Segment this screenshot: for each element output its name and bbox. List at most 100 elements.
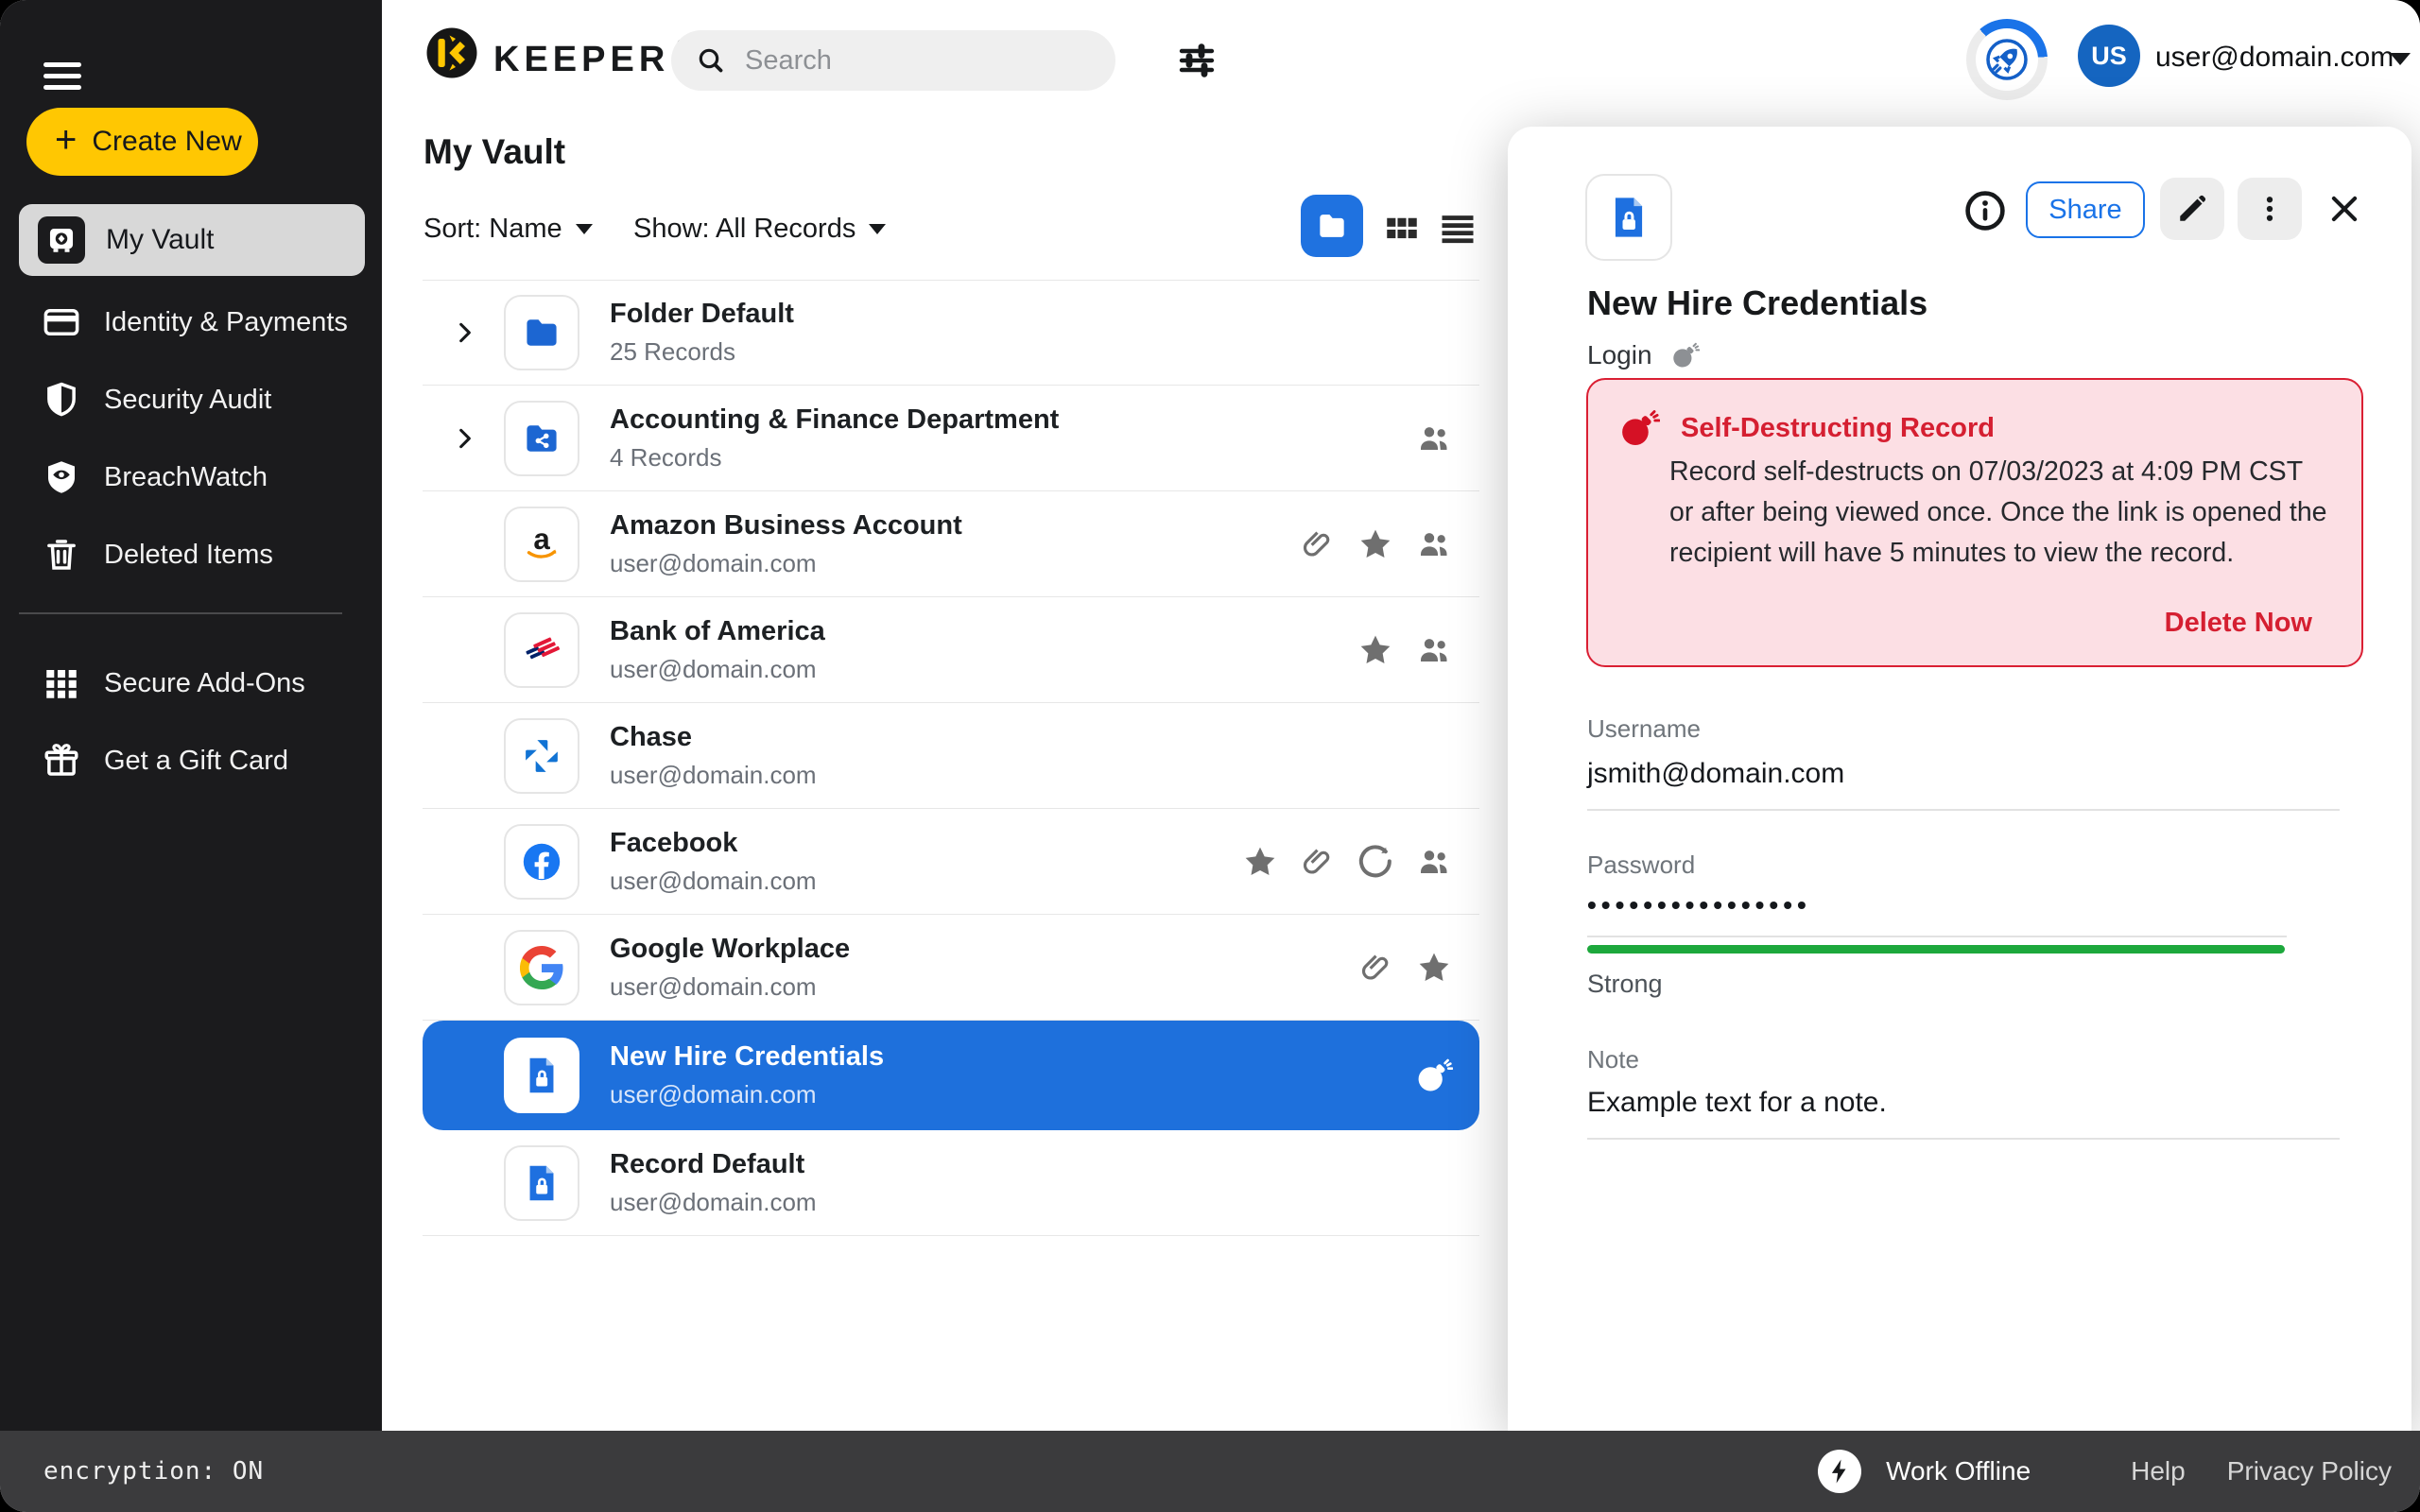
sidebar-item-label: Security Audit (104, 385, 271, 416)
favorite-star-icon (1415, 949, 1453, 987)
shield-half-icon (42, 380, 81, 420)
show-filter-dropdown[interactable]: Show: All Records (633, 214, 886, 245)
kebab-menu-icon (2253, 192, 2287, 226)
table-row-record-default[interactable]: Record Default user@domain.com (423, 1130, 1479, 1236)
record-title: New Hire Credentials (1587, 284, 1927, 323)
sidebar-item-my-vault[interactable]: My Vault (19, 204, 365, 276)
table-row-google-workplace[interactable]: Google Workplace user@domain.com (423, 915, 1479, 1021)
sidebar-item-label: My Vault (106, 224, 214, 256)
shared-users-icon (1415, 420, 1453, 457)
sidebar-item-deleted-items[interactable]: Deleted Items (0, 522, 382, 588)
field-divider (1587, 809, 2340, 811)
google-logo-icon (504, 930, 579, 1005)
password-label: Password (1587, 850, 1695, 880)
sidebar-item-secure-add-ons[interactable]: Secure Add-Ons (0, 650, 382, 716)
sidebar-item-label: Identity & Payments (104, 307, 348, 338)
share-button[interactable]: Share (2026, 181, 2145, 238)
table-row-chase[interactable]: Chaseuser@domain.com (423, 703, 1479, 809)
rocket-icon (1983, 36, 2031, 83)
expand-chevron-right-icon[interactable] (443, 426, 487, 451)
more-options-button[interactable] (2238, 178, 2302, 240)
privacy-policy-link[interactable]: Privacy Policy (2227, 1456, 2392, 1486)
create-new-label: Create New (92, 126, 241, 158)
row-title: Amazon Business Account (610, 510, 962, 541)
facebook-logo-icon (504, 824, 579, 900)
show-label: Show: All Records (633, 214, 856, 245)
sort-dropdown[interactable]: Sort: Name (424, 214, 593, 245)
row-subtitle: user@domain.com (610, 655, 825, 684)
search-input[interactable] (743, 44, 1083, 77)
sidebar: + Create New My Vault Identity & Payment… (0, 0, 382, 1431)
close-icon[interactable] (2326, 191, 2362, 232)
sidebar-item-gift-card[interactable]: Get a Gift Card (0, 728, 382, 794)
breachwatch-eye-shield-icon (42, 457, 81, 497)
row-subtitle: user@domain.com (610, 1080, 884, 1109)
chevron-down-icon (869, 224, 886, 234)
chevron-down-icon (576, 224, 593, 234)
sidebar-item-security-audit[interactable]: Security Audit (0, 367, 382, 433)
apps-grid-icon (42, 663, 81, 703)
username-label: Username (1587, 714, 1701, 744)
view-toggle-list-button[interactable] (1437, 207, 1478, 253)
row-title: Chase (610, 722, 817, 753)
password-strength-bar (1587, 945, 2285, 954)
table-row-amazon[interactable]: a Amazon Business Accountuser@domain.com (423, 491, 1479, 597)
edit-button[interactable] (2160, 178, 2224, 240)
shared-users-icon (1415, 525, 1453, 563)
table-row-facebook[interactable]: Facebookuser@domain.com (423, 809, 1479, 915)
filter-tune-icon[interactable] (1174, 38, 1219, 83)
view-toggle-folder-button[interactable] (1301, 195, 1363, 257)
share-label: Share (2048, 195, 2121, 226)
alert-body: Record self-destructs on 07/03/2023 at 4… (1669, 452, 2331, 574)
create-new-button[interactable]: + Create New (26, 108, 258, 176)
self-destruct-alert: Self-Destructing Record Record self-dest… (1586, 378, 2363, 667)
table-row-folder-default[interactable]: Folder Default25 Records (423, 280, 1479, 386)
row-subtitle: user@domain.com (610, 1188, 817, 1217)
delete-now-link[interactable]: Delete Now (2165, 608, 2312, 639)
row-subtitle: user@domain.com (610, 972, 850, 1002)
username-value[interactable]: jsmith@domain.com (1587, 758, 1844, 790)
expand-chevron-right-icon[interactable] (443, 320, 487, 345)
avatar-initials: US (2091, 42, 2127, 71)
sidebar-item-identity-payments[interactable]: Identity & Payments (0, 289, 382, 355)
account-menu-chevron-down-icon[interactable] (2390, 53, 2411, 65)
brand-wordmark: KEEPER (493, 40, 669, 80)
bank-of-america-logo-icon (504, 612, 579, 688)
sidebar-item-label: Deleted Items (104, 540, 273, 571)
note-value[interactable]: Example text for a note. (1587, 1087, 1887, 1119)
keeper-logo: KEEPER ® (424, 25, 687, 81)
menu-hamburger-icon[interactable] (43, 55, 96, 96)
row-title: Google Workplace (610, 934, 850, 965)
record-type-icon (1585, 174, 1672, 261)
row-title: Record Default (610, 1149, 817, 1180)
sidebar-item-breachwatch[interactable]: BreachWatch (0, 444, 382, 510)
password-strength-label: Strong (1587, 970, 1663, 999)
svg-text:a: a (533, 523, 550, 556)
field-divider (1587, 1138, 2340, 1140)
attachment-icon (1358, 950, 1394, 986)
search-bar[interactable] (671, 30, 1115, 91)
chase-logo-icon (504, 718, 579, 794)
table-row-accounting-finance[interactable]: Accounting & Finance Department4 Records (423, 386, 1479, 491)
table-row-new-hire-credentials[interactable]: New Hire Credentialsuser@domain.com (423, 1021, 1479, 1130)
info-button[interactable] (1963, 189, 2007, 237)
keeper-app-window: + Create New My Vault Identity & Payment… (0, 0, 2420, 1512)
work-offline-lightning-icon[interactable] (1818, 1450, 1861, 1493)
onboarding-rocket-progress[interactable] (1966, 19, 2048, 100)
account-email[interactable]: user@domain.com (2155, 42, 2394, 74)
help-link[interactable]: Help (2131, 1456, 2186, 1486)
favorite-star-icon (1241, 843, 1279, 881)
avatar[interactable]: US (2078, 25, 2140, 87)
password-masked-value[interactable]: •••••••••••••••• (1587, 890, 1811, 920)
pencil-icon (2175, 192, 2209, 226)
row-subtitle: 25 Records (610, 337, 794, 367)
work-offline-link[interactable]: Work Offline (1886, 1456, 2031, 1486)
note-label: Note (1587, 1045, 1639, 1074)
login-record-icon (504, 1038, 579, 1113)
trash-icon (42, 535, 81, 575)
view-toggle-grid-button[interactable] (1382, 210, 1422, 254)
attachment-icon (1300, 526, 1336, 562)
table-row-bank-of-america[interactable]: Bank of Americauser@domain.com (423, 597, 1479, 703)
gift-icon (42, 741, 81, 781)
shared-users-icon (1415, 631, 1453, 669)
